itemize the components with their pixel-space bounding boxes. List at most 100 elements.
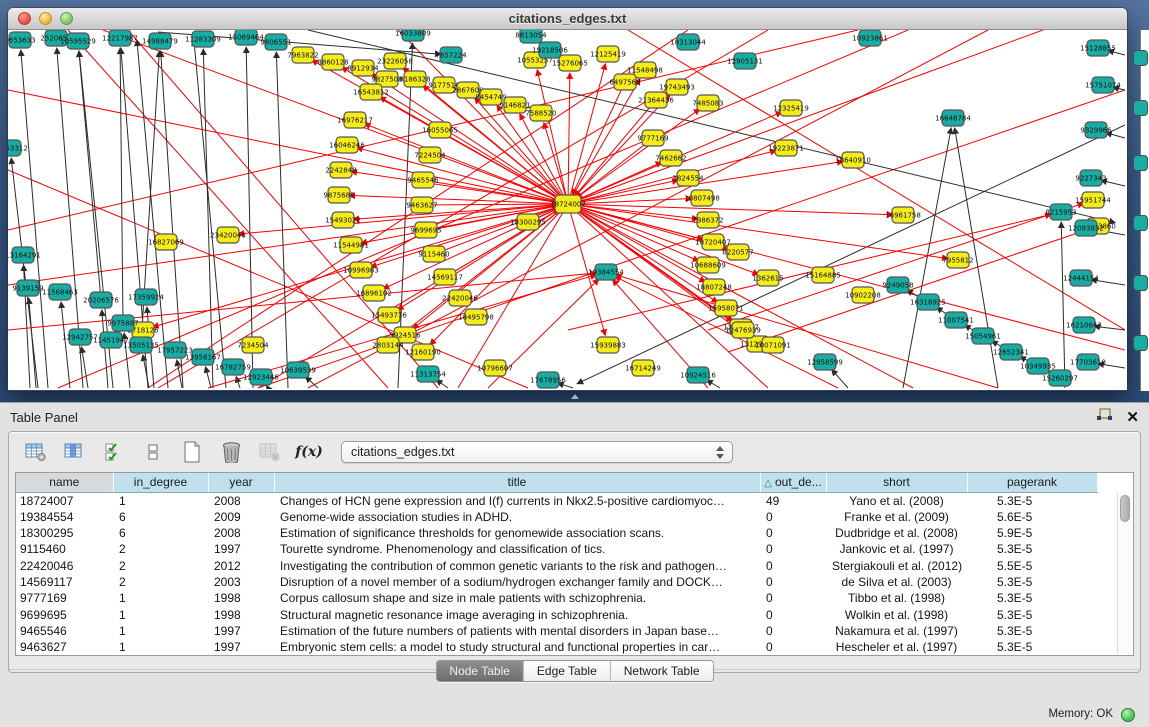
- graph-edge[interactable]: [574, 100, 656, 196]
- float-panel-icon[interactable]: [1096, 408, 1112, 428]
- graph-node[interactable]: 9777169: [637, 130, 668, 146]
- new-table-icon[interactable]: [179, 439, 205, 465]
- close-panel-icon[interactable]: ✕: [1126, 410, 1139, 426]
- graph-edge[interactable]: [194, 40, 226, 388]
- column-header-in_degree[interactable]: in_degree: [113, 473, 208, 492]
- graph-node[interactable]: 9249058: [882, 277, 913, 293]
- graph-node[interactable]: 20206576: [83, 292, 119, 308]
- graph-node[interactable]: 11007541: [938, 312, 974, 328]
- graph-node[interactable]: 8912934: [347, 60, 379, 76]
- graph-node[interactable]: 11544981: [333, 237, 369, 253]
- graph-node[interactable]: [1133, 50, 1148, 66]
- graph-edge[interactable]: [8, 204, 568, 285]
- graph-edge[interactable]: [568, 30, 1043, 204]
- graph-edge[interactable]: [79, 51, 101, 300]
- graph-node[interactable]: 10924516: [680, 367, 716, 383]
- graph-edge[interactable]: [29, 298, 36, 388]
- graph-edge[interactable]: [61, 302, 70, 388]
- graph-node[interactable]: 10653312: [8, 140, 28, 156]
- graph-node[interactable]: 7224504: [414, 147, 446, 163]
- graph-node[interactable]: 12652341: [993, 344, 1029, 360]
- window-titlebar[interactable]: citations_edges.txt: [8, 8, 1127, 30]
- graph-edge[interactable]: [616, 275, 998, 388]
- graph-node[interactable]: 1362615: [752, 270, 783, 286]
- graph-edge[interactable]: [349, 195, 568, 204]
- table-scrollbar[interactable]: [1117, 493, 1132, 654]
- graph-node[interactable]: [1133, 100, 1148, 116]
- graph-edge[interactable]: [1061, 222, 1065, 388]
- graph-node[interactable]: [1133, 335, 1148, 351]
- graph-node[interactable]: 18313044: [670, 34, 706, 50]
- graph-node[interactable]: 12160190: [405, 344, 441, 360]
- graph-edge[interactable]: [276, 52, 288, 388]
- graph-node[interactable]: 7955812: [942, 252, 973, 268]
- graph-node[interactable]: 7588520: [525, 105, 556, 121]
- graph-edge[interactable]: [832, 369, 848, 388]
- table-row[interactable]: 946362711997Embryonic stem cells: a mode…: [16, 639, 1097, 655]
- table-row[interactable]: 2242004622012Investigating the contribut…: [16, 558, 1097, 574]
- background-network-window[interactable]: [1140, 30, 1149, 391]
- network-graph[interactable]: 1872400779638228860128891293423226058982…: [8, 30, 1125, 389]
- graph-node[interactable]: 18724007: [550, 195, 586, 213]
- select-columns-icon[interactable]: [62, 439, 88, 465]
- graph-node[interactable]: 10996983: [343, 262, 379, 278]
- graph-node[interactable]: 18807248: [696, 279, 732, 295]
- column-header-short[interactable]: short: [826, 473, 967, 492]
- graph-node[interactable]: 15951744: [1075, 192, 1111, 208]
- table-row[interactable]: 1830029562008Estimation of significance …: [16, 525, 1097, 541]
- table-row[interactable]: 946554611997Estimation of the future num…: [16, 623, 1097, 639]
- graph-node[interactable]: 7234504: [237, 337, 269, 353]
- table-settings-icon[interactable]: [23, 439, 49, 465]
- graph-node[interactable]: 7963822: [287, 47, 318, 63]
- graph-node[interactable]: 18495798: [458, 309, 494, 325]
- table-row[interactable]: 1456911722003Disruption of a novel membe…: [16, 574, 1097, 590]
- graph-node[interactable]: [1133, 155, 1148, 171]
- graph-node[interactable]: 8186328: [399, 71, 430, 87]
- graph-node[interactable]: 15493776: [371, 307, 407, 323]
- graph-edge[interactable]: [203, 49, 213, 388]
- graph-node[interactable]: 23226058: [377, 53, 413, 69]
- graph-node[interactable]: 12905131: [727, 53, 763, 69]
- graph-node[interactable]: 6497568: [609, 74, 640, 90]
- graph-node[interactable]: 15054961: [965, 328, 1001, 344]
- graph-node[interactable]: 9227343: [1075, 170, 1106, 186]
- graph-edge[interactable]: [576, 138, 653, 198]
- graph-edge[interactable]: [161, 51, 183, 388]
- graph-node[interactable]: 11283309: [185, 31, 221, 47]
- table-row[interactable]: 977716911998Corpus callosum shape and si…: [16, 590, 1097, 606]
- table-row[interactable]: 1938455462009Genome-wide association stu…: [16, 509, 1097, 525]
- network-view-window[interactable]: citations_edges.txt 18724007 796382288601…: [8, 8, 1127, 391]
- graph-node[interactable]: 14569117: [427, 269, 463, 285]
- column-header-year[interactable]: year: [208, 473, 274, 492]
- graph-node[interactable]: 8813054: [515, 30, 547, 43]
- graph-node[interactable]: 16648784: [935, 110, 971, 126]
- network-canvas[interactable]: 1872400779638228860128891293423226058982…: [8, 30, 1127, 390]
- graph-edge[interactable]: [266, 385, 268, 388]
- graph-node[interactable]: 15939883: [590, 337, 626, 353]
- delete-trash-icon[interactable]: [218, 439, 244, 465]
- graph-node[interactable]: 8860128: [317, 54, 348, 70]
- graph-node[interactable]: 10923861: [852, 30, 888, 46]
- graph-edge[interactable]: [21, 50, 48, 388]
- graph-node[interactable]: 10796607: [477, 360, 513, 376]
- tab-network-table[interactable]: Network Table: [611, 661, 713, 681]
- graph-node[interactable]: 11568463: [42, 284, 78, 300]
- column-header-name[interactable]: name: [16, 473, 113, 492]
- graph-node[interactable]: 9465546: [407, 172, 439, 188]
- graph-node[interactable]: 17678956: [530, 372, 566, 388]
- graph-edge[interactable]: [11, 158, 38, 388]
- graph-node[interactable]: 16714249: [625, 360, 661, 376]
- table-row[interactable]: 969969511998Structural magnetic resonanc…: [16, 607, 1097, 623]
- graph-node[interactable]: 12217987: [102, 30, 138, 46]
- graph-node[interactable]: 17703610: [1070, 354, 1106, 370]
- graph-node[interactable]: 16961758: [885, 207, 921, 223]
- graph-node[interactable]: 12958599: [807, 354, 843, 370]
- graph-node[interactable]: 9875685: [323, 187, 354, 203]
- graph-node[interactable]: 16046246: [329, 137, 365, 153]
- graph-node[interactable]: 22420046: [442, 290, 478, 306]
- graph-edge[interactable]: [205, 367, 211, 388]
- graph-edge[interactable]: [568, 204, 768, 388]
- table-scrollbar-thumb[interactable]: [1120, 495, 1130, 522]
- graph-node[interactable]: 16318925: [910, 294, 946, 310]
- graph-edge[interactable]: [568, 94, 670, 204]
